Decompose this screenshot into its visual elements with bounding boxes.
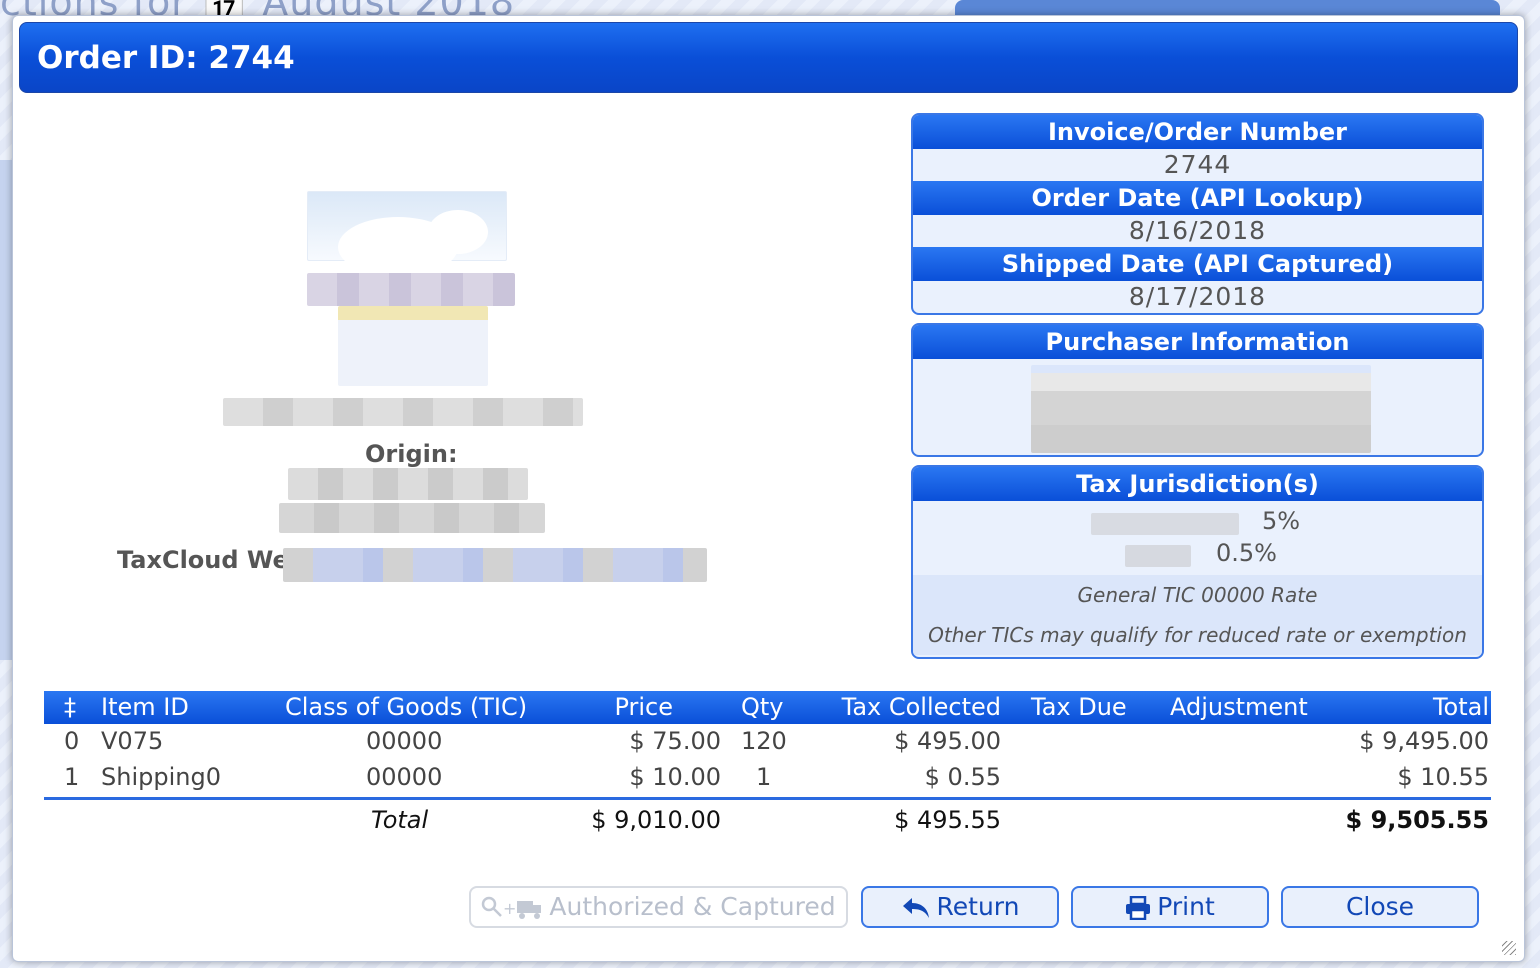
invoice-number-header: Invoice/Order Number xyxy=(913,115,1482,149)
invoice-panel: Invoice/Order Number 2744 Order Date (AP… xyxy=(911,113,1484,315)
row-total: $ 9,495.00 xyxy=(1359,727,1489,755)
purchaser-panel: Purchaser Information xyxy=(911,323,1484,457)
row-tic: 00000 xyxy=(366,763,443,791)
jurisdiction-name-redacted-1 xyxy=(1091,513,1239,535)
row-price: $ 10.00 xyxy=(629,763,721,791)
origin-address-redacted xyxy=(288,468,528,500)
purchaser-info-redacted xyxy=(1031,365,1371,453)
table-row: 1 Shipping0 00000 $ 10.00 1 $ 0.55 $ 10.… xyxy=(44,763,1491,799)
tax-rate-1: 5% xyxy=(1262,507,1301,535)
tax-note-general: General TIC 00000 Rate xyxy=(913,575,1482,615)
row-item-id: Shipping0 xyxy=(101,763,221,791)
row-index: 1 xyxy=(64,763,80,791)
col-price: Price xyxy=(614,693,673,721)
merchant-company-redacted xyxy=(223,398,583,426)
table-row: 0 V075 00000 $ 75.00 120 $ 495.00 $ 9,49… xyxy=(44,727,1491,763)
origin-label: Origin: xyxy=(365,440,458,468)
website-url-redacted[interactable] xyxy=(283,548,707,582)
row-tax-collected: $ 0.55 xyxy=(924,763,1001,791)
print-button[interactable]: Print xyxy=(1071,886,1269,928)
resize-handle[interactable] xyxy=(1502,941,1516,955)
col-item-id: Item ID xyxy=(101,693,189,721)
website-label: TaxCloud We xyxy=(117,546,289,574)
row-tic: 00000 xyxy=(366,727,443,755)
jurisdiction-name-redacted-2 xyxy=(1125,545,1191,567)
tax-jurisdiction-panel: Tax Jurisdiction(s) 5% 0.5% General TIC … xyxy=(911,465,1484,659)
merchant-name-redacted xyxy=(307,273,515,306)
purchaser-header: Purchaser Information xyxy=(913,325,1482,359)
shipped-date-header: Shipped Date (API Captured) xyxy=(913,247,1482,281)
close-label: Close xyxy=(1345,892,1415,921)
row-qty: 1 xyxy=(756,763,772,791)
shipped-date-value: 8/17/2018 xyxy=(1128,282,1267,311)
background-tab-strip xyxy=(955,0,1500,16)
col-tax-due: Tax Due xyxy=(1031,693,1127,721)
printer-icon xyxy=(1126,896,1151,920)
cloud-logo-icon xyxy=(338,210,488,277)
order-date-value: 8/16/2018 xyxy=(1128,216,1267,245)
print-label: Print xyxy=(1157,892,1215,921)
table-total-divider xyxy=(44,797,1491,800)
tax-jurisdiction-header: Tax Jurisdiction(s) xyxy=(913,467,1482,501)
order-date-header: Order Date (API Lookup) xyxy=(913,181,1482,215)
invoice-number-value: 2744 xyxy=(1163,150,1232,179)
authorized-captured-label: Authorized & Captured xyxy=(549,892,836,921)
background-left-column xyxy=(0,160,12,660)
dialog-title[interactable]: Order ID: 2744 xyxy=(19,22,1518,93)
total-tax-collected: $ 495.55 xyxy=(894,806,1001,834)
return-arrow-icon xyxy=(902,898,929,918)
row-total: $ 10.55 xyxy=(1397,763,1489,791)
col-index: ‡ xyxy=(64,693,76,721)
row-price: $ 75.00 xyxy=(629,727,721,755)
row-index: 0 xyxy=(64,727,80,755)
key-truck-icon: + xyxy=(482,896,542,919)
col-adjustment: Adjustment xyxy=(1170,693,1308,721)
row-tax-collected: $ 495.00 xyxy=(894,727,1001,755)
return-button[interactable]: Return xyxy=(861,886,1059,928)
total-price: $ 9,010.00 xyxy=(591,806,721,834)
close-button[interactable]: Close xyxy=(1281,886,1479,928)
tax-note-other: Other TICs may qualify for reduced rate … xyxy=(913,615,1482,655)
col-total: Total xyxy=(1432,693,1489,721)
grand-total: $ 9,505.55 xyxy=(1345,806,1489,834)
return-label: Return xyxy=(936,892,1020,921)
origin-city-redacted xyxy=(279,503,545,533)
col-tic: Class of Goods (TIC) xyxy=(285,693,528,721)
tax-rates: 5% 0.5% xyxy=(913,501,1482,575)
col-qty: Qty xyxy=(741,693,784,721)
col-tax-collected: Tax Collected xyxy=(841,693,1001,721)
tax-rate-2: 0.5% xyxy=(1216,539,1277,567)
row-item-id: V075 xyxy=(101,727,164,755)
items-table-header: ‡ Item ID Class of Goods (TIC) Price Qty… xyxy=(44,691,1491,724)
row-qty: 120 xyxy=(741,727,787,755)
merchant-image-redacted xyxy=(338,306,488,386)
merchant-logo xyxy=(307,191,507,277)
authorized-captured-button[interactable]: + Authorized & Captured xyxy=(469,886,848,928)
order-dialog: Order ID: 2744 Origin: TaxCloud We Invoi… xyxy=(12,15,1525,962)
svg-text:+: + xyxy=(503,899,516,918)
total-label: Total xyxy=(371,806,429,834)
table-total-row: Total $ 9,010.00 $ 495.55 $ 9,505.55 xyxy=(44,806,1491,842)
